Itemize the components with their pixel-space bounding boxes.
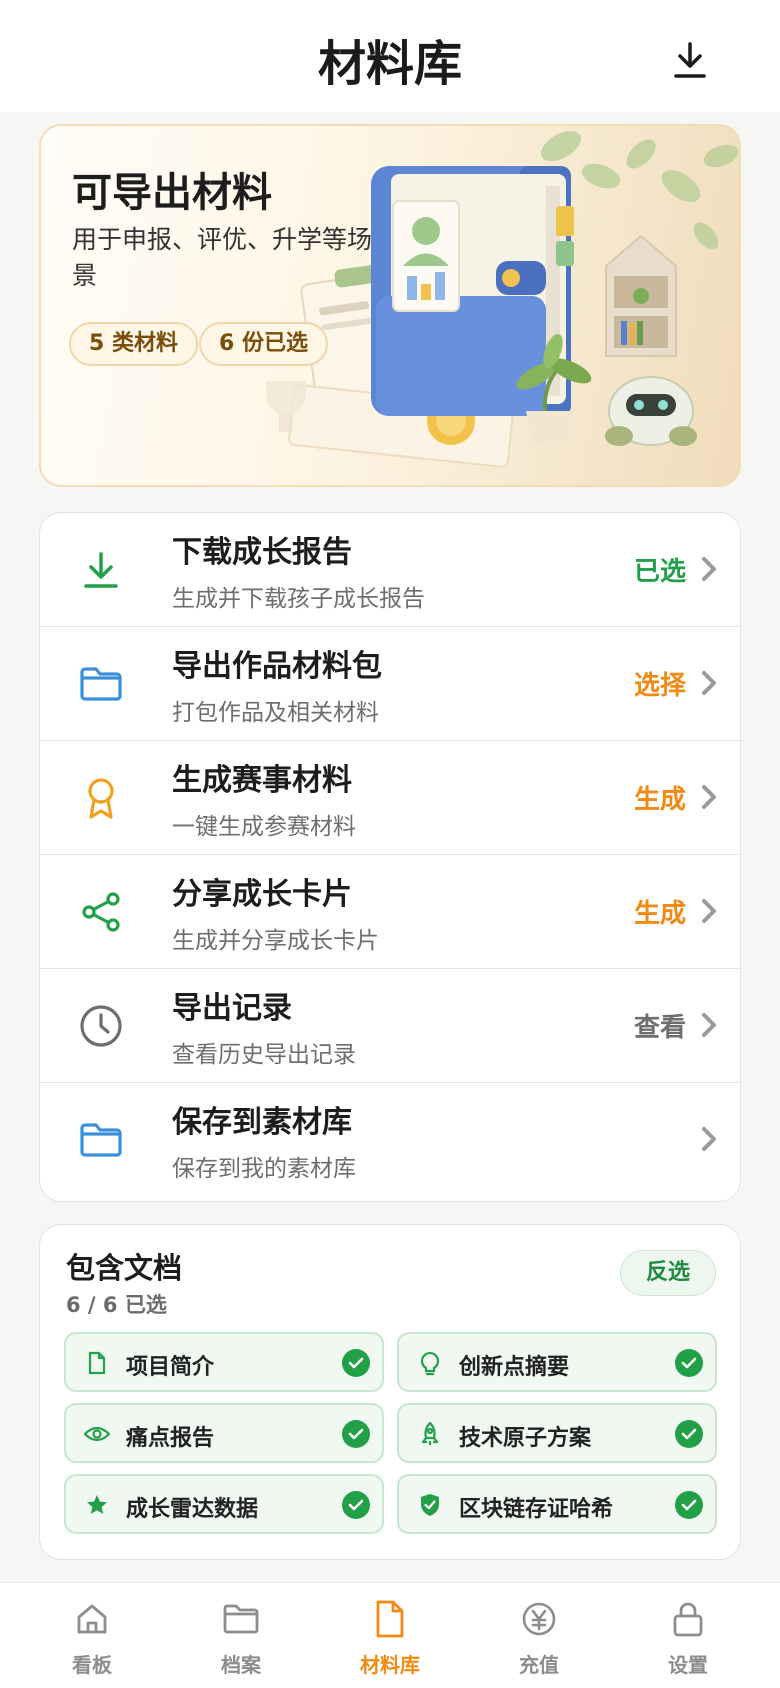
check-icon <box>675 1349 703 1377</box>
bottom-tab-bar: 看板 档案 材料库 充值 设置 <box>0 1582 780 1688</box>
page-title: 材料库 <box>317 36 462 92</box>
row-title: 分享成长卡片 <box>172 877 352 912</box>
tab-label: 看板 <box>72 1653 112 1677</box>
banner-title: 可导出材料 <box>72 170 272 216</box>
documents-title: 包含文档 <box>66 1251 183 1285</box>
download-report-row[interactable]: 下载成长报告 生成并下载孩子成长报告 已选 <box>40 513 740 627</box>
clock-icon <box>76 1001 126 1051</box>
shield-check-icon <box>417 1492 443 1518</box>
check-icon <box>675 1420 703 1448</box>
invert-selection-button[interactable]: 反选 <box>620 1250 716 1296</box>
tab-dashboard[interactable]: 看板 <box>14 1583 170 1688</box>
doc-chip-innovation-summary[interactable]: 创新点摘要 <box>397 1332 717 1392</box>
row-title: 下载成长报告 <box>172 535 352 570</box>
chip-label: 痛点报告 <box>126 1426 215 1451</box>
lock-icon <box>668 1599 708 1639</box>
chevron-right-icon <box>702 785 716 809</box>
tab-label: 充值 <box>519 1653 559 1677</box>
row-description: 查看历史导出记录 <box>172 1042 356 1068</box>
lightbulb-icon <box>417 1350 443 1376</box>
action-list: 下载成长报告 生成并下载孩子成长报告 已选 导出作品材料包 打包作品及相关材料 … <box>39 512 741 1202</box>
folder-icon <box>221 1599 261 1639</box>
download-icon <box>76 545 126 595</box>
row-title: 导出记录 <box>172 991 292 1026</box>
tab-recharge[interactable]: 充值 <box>461 1583 617 1688</box>
chip-label: 项目简介 <box>126 1355 215 1380</box>
home-icon <box>72 1599 112 1639</box>
star-icon <box>84 1492 110 1518</box>
award-icon <box>76 773 126 823</box>
export-history-row[interactable]: 导出记录 查看历史导出记录 查看 <box>40 969 740 1083</box>
folder-icon <box>76 1115 126 1165</box>
competition-material-row[interactable]: 生成赛事材料 一键生成参赛材料 生成 <box>40 741 740 855</box>
doc-chip-pain-point-report[interactable]: 痛点报告 <box>64 1403 384 1463</box>
chip-label: 成长雷达数据 <box>126 1497 259 1522</box>
share-card-row[interactable]: 分享成长卡片 生成并分享成长卡片 生成 <box>40 855 740 969</box>
chevron-right-icon <box>702 1127 716 1151</box>
documents-count: 6 / 6 已选 <box>66 1293 167 1317</box>
banner-subtitle: 用于申报、评优、升学等场景 <box>72 225 373 290</box>
included-documents-card: 包含文档 6 / 6 已选 反选 项目简介 创新点摘要 痛点报告 技术原子方案 … <box>39 1224 741 1560</box>
chevron-right-icon <box>702 1013 716 1037</box>
download-icon[interactable] <box>666 36 714 84</box>
row-action-label: 生成 <box>633 785 686 815</box>
tab-label: 设置 <box>668 1653 708 1677</box>
row-description: 一键生成参赛材料 <box>172 814 356 840</box>
row-description: 生成并分享成长卡片 <box>172 928 379 954</box>
export-banner: 可导出材料 用于申报、评优、升学等场景 5 类材料 6 份已选 <box>39 124 741 487</box>
share-icon <box>76 887 126 937</box>
row-title: 生成赛事材料 <box>172 763 352 798</box>
chevron-right-icon <box>702 557 716 581</box>
row-action-label: 生成 <box>633 899 686 929</box>
rocket-icon <box>417 1421 443 1447</box>
chip-label: 创新点摘要 <box>459 1355 570 1380</box>
tab-label: 档案 <box>221 1653 261 1677</box>
check-icon <box>342 1420 370 1448</box>
chevron-right-icon <box>702 899 716 923</box>
row-action-label: 选择 <box>633 671 686 701</box>
tab-label: 材料库 <box>360 1653 420 1677</box>
save-to-library-row[interactable]: 保存到素材库 保存到我的素材库 <box>40 1083 740 1201</box>
check-icon <box>342 1349 370 1377</box>
folder-icon <box>76 659 126 709</box>
check-icon <box>342 1491 370 1519</box>
tab-materials[interactable]: 材料库 <box>312 1583 468 1688</box>
row-action-label: 查看 <box>633 1013 686 1043</box>
row-description: 生成并下载孩子成长报告 <box>172 586 425 612</box>
doc-chip-growth-radar[interactable]: 成长雷达数据 <box>64 1474 384 1534</box>
doc-chip-blockchain-hash[interactable]: 区块链存证哈希 <box>397 1474 717 1534</box>
row-title: 导出作品材料包 <box>172 649 382 684</box>
app-header: 材料库 <box>0 0 780 112</box>
row-title: 保存到素材库 <box>172 1105 352 1140</box>
chip-label: 区块链存证哈希 <box>459 1497 614 1522</box>
row-description: 保存到我的素材库 <box>172 1156 356 1182</box>
chevron-right-icon <box>702 671 716 695</box>
chip-label: 技术原子方案 <box>459 1426 592 1451</box>
document-icon <box>370 1599 410 1639</box>
tab-settings[interactable]: 设置 <box>610 1583 766 1688</box>
doc-chip-tech-atom-plan[interactable]: 技术原子方案 <box>397 1403 717 1463</box>
check-icon <box>675 1491 703 1519</box>
eye-icon <box>84 1421 110 1447</box>
selected-count-badge: 6 份已选 <box>199 322 328 366</box>
doc-chip-project-intro[interactable]: 项目简介 <box>64 1332 384 1392</box>
yuan-icon <box>519 1599 559 1639</box>
export-portfolio-row[interactable]: 导出作品材料包 打包作品及相关材料 选择 <box>40 627 740 741</box>
material-count-badge: 5 类材料 <box>69 322 198 366</box>
tab-archive[interactable]: 档案 <box>163 1583 319 1688</box>
document-icon <box>84 1350 110 1376</box>
row-description: 打包作品及相关材料 <box>172 700 379 726</box>
row-action-label: 已选 <box>633 557 686 587</box>
